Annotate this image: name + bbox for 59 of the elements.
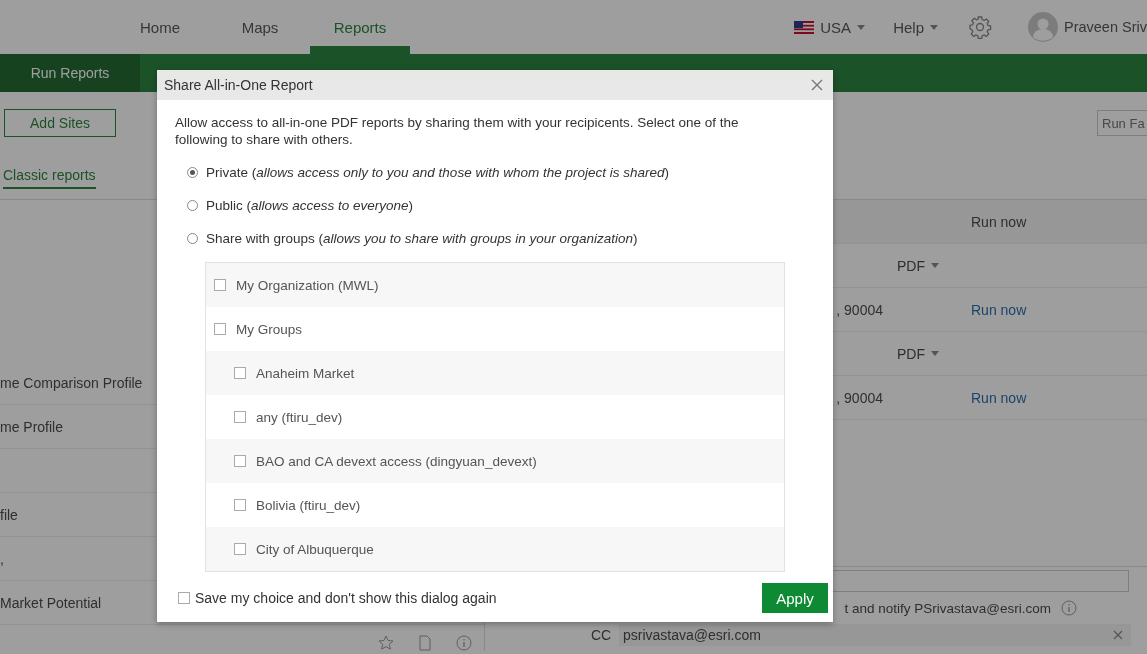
flag-icon [794,20,815,34]
sub-tab[interactable]: Run Reports [0,54,140,92]
radio-label[interactable]: Share with groups (allows you to share with groups in your organization) [206,231,638,246]
avatar-icon[interactable] [1028,12,1058,42]
checkbox[interactable] [234,411,246,423]
run-now-link[interactable]: Run now [971,389,1027,406]
checkbox[interactable] [234,499,246,511]
address-text: , 90004 [836,389,883,406]
group-label[interactable]: My Groups [236,321,303,337]
group-label[interactable]: Bolivia (ftiru_dev) [256,497,361,513]
report-name[interactable]: file [0,506,18,523]
checkbox[interactable] [214,279,226,291]
group-label[interactable]: any (ftiru_dev) [256,409,343,425]
run-now-link[interactable]: Run now [971,301,1027,318]
document-icon[interactable] [418,635,432,651]
address-text: , 90004 [836,301,883,318]
close-icon[interactable] [811,79,823,91]
info-icon[interactable] [456,635,472,651]
checkbox[interactable] [178,592,190,604]
column-header: Run now [970,213,1028,230]
info-icon[interactable] [1061,600,1077,616]
cc-label: CC [591,627,613,643]
checkbox[interactable] [234,455,246,467]
cc-field[interactable]: psrivastava@esri.com [619,624,1131,646]
radio-label[interactable]: Public (allows access to everyone) [206,198,414,213]
checkbox[interactable] [234,367,246,379]
checkbox[interactable] [234,543,246,555]
report-name[interactable]: me Comparison Profile [0,374,143,391]
report-name[interactable]: me Profile [0,418,64,435]
apply-button[interactable]: Apply [762,583,828,613]
format-dropdown[interactable]: PDF [897,345,925,362]
user-name[interactable]: Praveen Sriv [1064,19,1147,35]
star-icon[interactable] [378,635,394,651]
radio-label[interactable]: Private (allows access only to you and those with whom the project is shared) [206,165,669,180]
caret-icon [930,24,938,30]
report-name[interactable]: Market Potential [0,594,102,611]
caret-icon [931,351,939,356]
add-sites-button[interactable]: Add Sites [4,109,116,137]
caret-icon [931,263,939,268]
group-label[interactable]: City of Albuquerque [256,541,374,557]
format-dropdown[interactable]: PDF [897,257,925,274]
dialog-title: Share All-in-One Report [164,77,313,93]
help-menu[interactable]: Help [893,18,924,36]
notify-text: t and notify PSrivastava@esri.com [844,600,1051,616]
nav-link[interactable]: Maps [210,0,310,54]
search-field[interactable]: Run Fa [1097,110,1147,136]
close-icon[interactable] [1113,630,1123,640]
checkbox-label[interactable]: Save my choice and don't show this dialog again [195,590,757,606]
dialog-description: Allow access to all-in-one PDF reports by sharing them with your recipicents. Select one of the following to share with others. [175,114,740,148]
group-label[interactable]: My Organization (MWL) [236,277,379,293]
report-name[interactable]: , [0,550,4,567]
group-label[interactable]: Anaheim Market [256,365,355,381]
checkbox[interactable] [214,323,226,335]
settings-icon[interactable] [968,15,992,39]
group-label[interactable]: BAO and CA devext access (dingyuan_devext) [256,453,537,469]
nav-link[interactable]: Home [110,0,210,54]
country-menu[interactable]: USA [820,18,852,36]
caret-icon [857,24,866,30]
view-tab[interactable]: Classic reports [3,167,96,189]
